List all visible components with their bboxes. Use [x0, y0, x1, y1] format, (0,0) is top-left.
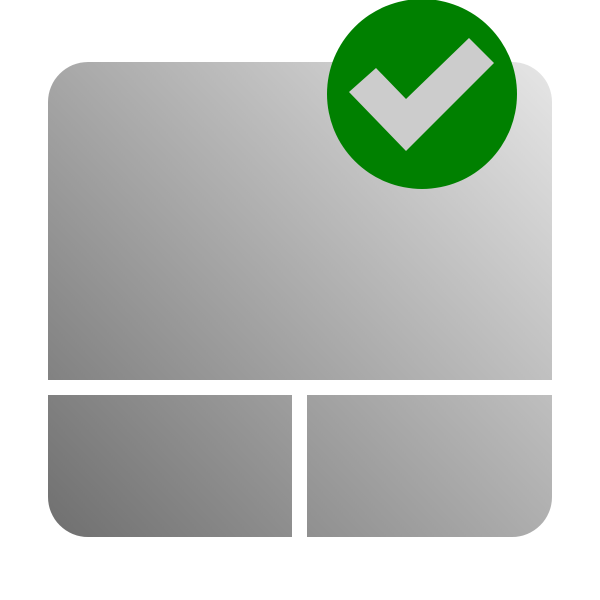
touchpad-icon — [48, 0, 552, 537]
checkmark-badge-icon — [327, 0, 517, 189]
touchpad-right-button — [307, 395, 552, 537]
touchpad-status-icon — [0, 0, 600, 600]
touchpad-left-button — [48, 395, 292, 537]
